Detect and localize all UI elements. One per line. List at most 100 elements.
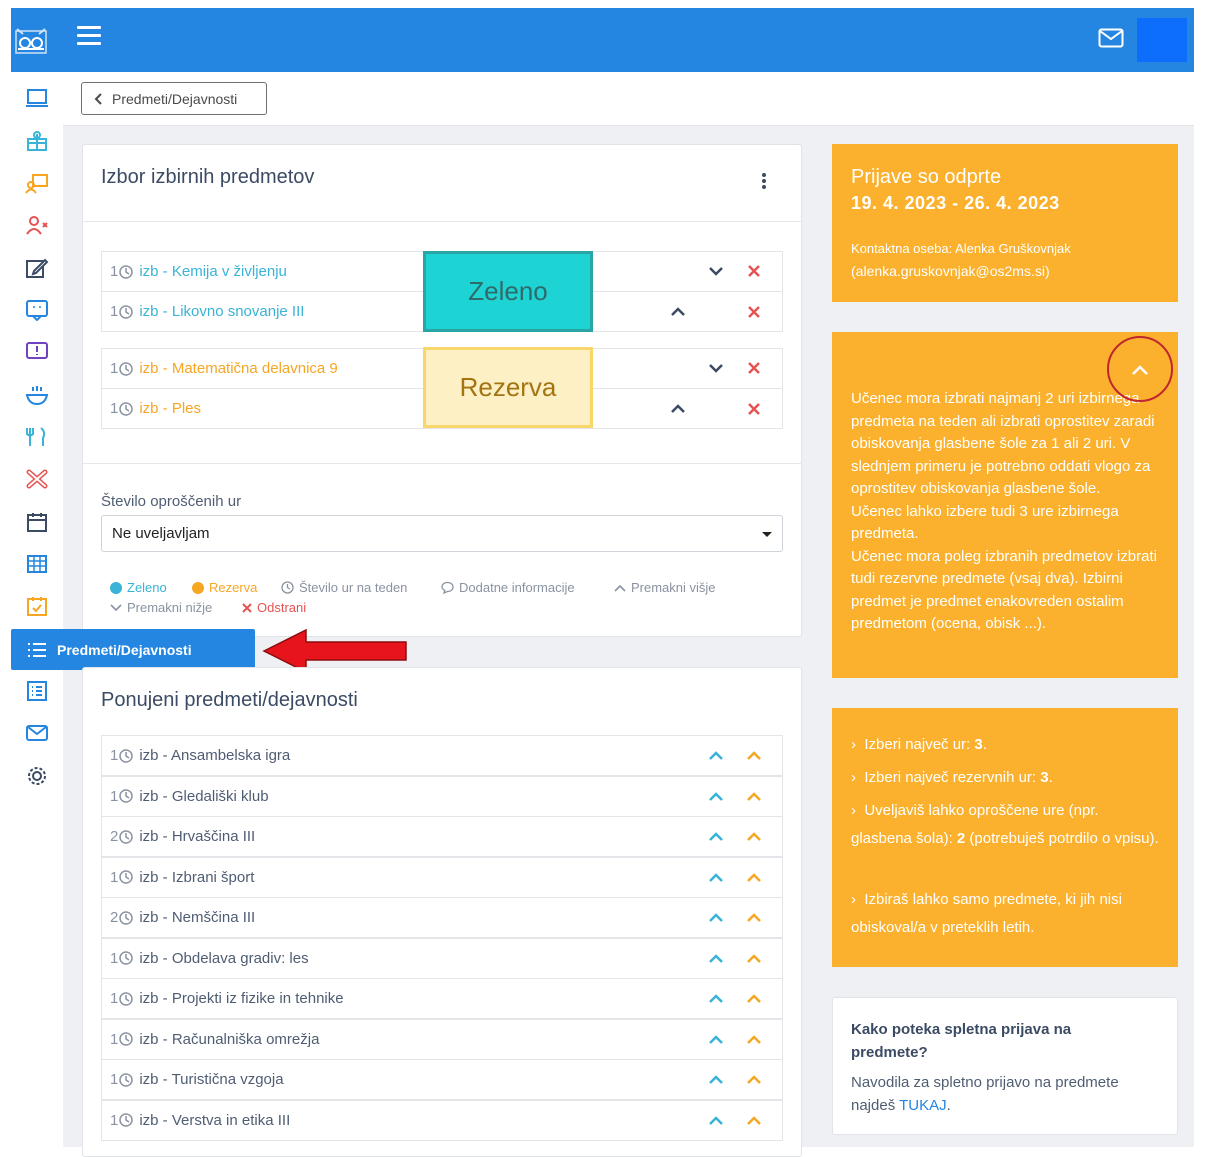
add-reserve-button[interactable] <box>745 788 763 806</box>
more-vertical-icon[interactable] <box>761 172 767 195</box>
food-bowl-icon[interactable] <box>25 383 49 407</box>
clock-icon <box>119 304 134 319</box>
caret-down-icon <box>762 532 772 537</box>
move-up-button[interactable] <box>669 303 687 321</box>
contact-email[interactable]: (alenka.gruskovnjak@os2ms.si) <box>851 263 1050 279</box>
clock-icon <box>119 1113 134 1127</box>
legend-green: Zeleno <box>110 580 167 595</box>
owl-icon[interactable] <box>11 8 51 72</box>
limit-max-hours: › Izberi največ ur: 3. <box>851 736 987 753</box>
chevron-up-icon <box>614 584 626 592</box>
limit-max-reserve: › Izberi največ rezervnih ur: 3. <box>851 769 1053 786</box>
clock-icon <box>281 581 294 594</box>
teacher-icon[interactable] <box>25 171 49 195</box>
chat-icon[interactable] <box>25 298 49 322</box>
list-icon <box>28 642 46 657</box>
dates-range: 19. 4. 2023 - 26. 4. 2023 <box>851 193 1060 213</box>
list-item: 1 izb - Gledališki klub <box>101 775 783 817</box>
add-green-button[interactable] <box>707 909 725 927</box>
legend-up: Premakni višje <box>614 580 716 595</box>
add-reserve-button[interactable] <box>745 1031 763 1049</box>
orange-dot-icon <box>192 581 204 594</box>
exempt-hours-label: Število oproščenih ur <box>101 493 242 510</box>
add-green-button[interactable] <box>707 1031 725 1049</box>
add-reserve-button[interactable] <box>745 869 763 887</box>
add-green-button[interactable] <box>707 788 725 806</box>
help-title: Kako poteka spletna prijava na predmete? <box>851 1021 1072 1061</box>
add-reserve-button[interactable] <box>745 747 763 765</box>
back-button-label: Predmeti/Dejavnosti <box>112 90 238 107</box>
chevron-right-icon: › <box>851 769 856 786</box>
dates-title: Prijave so odprte <box>851 166 1002 188</box>
chevron-down-icon <box>110 603 122 611</box>
clock-icon <box>119 829 134 844</box>
comment-icon <box>441 581 454 594</box>
clock-icon <box>119 910 134 925</box>
remove-button[interactable] <box>745 262 763 280</box>
add-green-button[interactable] <box>707 950 725 968</box>
clock-icon <box>119 789 134 803</box>
chevron-up-icon <box>1132 365 1148 375</box>
add-reserve-button[interactable] <box>745 1071 763 1089</box>
card-divider <box>82 463 802 464</box>
add-green-button[interactable] <box>707 1071 725 1089</box>
list-item: 1 izb - Projekti iz fizike in tehnike <box>101 978 783 1019</box>
add-reserve-button[interactable] <box>745 950 763 968</box>
chevron-left-icon <box>94 92 102 105</box>
add-green-button[interactable] <box>707 990 725 1008</box>
bandage-icon[interactable] <box>25 467 49 491</box>
list-item: 1 izb - Turistična vzgoja <box>101 1059 783 1100</box>
calendar-icon[interactable] <box>25 510 49 534</box>
back-button[interactable]: Predmeti/Dejavnosti <box>81 82 267 115</box>
table-icon[interactable] <box>25 552 49 576</box>
sidebar-item-predmeti[interactable]: Predmeti/Dejavnosti <box>11 629 255 670</box>
edit-icon[interactable] <box>25 256 49 280</box>
calendar-check-icon[interactable] <box>25 594 49 618</box>
add-reserve-button[interactable] <box>745 909 763 927</box>
legend-reserve: Rezerva <box>192 580 257 595</box>
offered-card-title: Ponujeni predmeti/dejavnosti <box>101 689 358 711</box>
remove-button[interactable] <box>745 359 763 377</box>
add-green-button[interactable] <box>707 1112 725 1130</box>
legend-down: Premakni nižje <box>110 600 212 615</box>
move-down-button[interactable] <box>707 359 725 377</box>
remove-button[interactable] <box>745 303 763 321</box>
exempt-hours-select[interactable]: Ne uveljavljam <box>101 515 783 552</box>
top-bar <box>11 8 1194 72</box>
sidebar <box>11 72 63 1147</box>
help-link[interactable]: TUKAJ <box>899 1097 947 1114</box>
clock-icon <box>119 870 134 884</box>
laptop-icon[interactable] <box>25 86 49 110</box>
list-item: 1 izb - Obdelava gradiv: les <box>101 937 783 979</box>
move-down-button[interactable] <box>707 262 725 280</box>
add-green-button[interactable] <box>707 828 725 846</box>
gear-icon[interactable] <box>25 764 49 788</box>
avatar[interactable] <box>1137 18 1187 62</box>
add-reserve-button[interactable] <box>745 990 763 1008</box>
alert-message-icon[interactable] <box>25 340 49 364</box>
move-up-button[interactable] <box>669 400 687 418</box>
clock-icon <box>119 1072 134 1087</box>
list-item: 1 izb - Izbrani šport <box>101 856 783 898</box>
contact-label: Kontaktna oseba: Alenka Gruškovnjak <box>851 241 1071 256</box>
remove-button[interactable] <box>745 400 763 418</box>
clock-icon <box>119 361 134 376</box>
add-green-button[interactable] <box>707 747 725 765</box>
add-reserve-button[interactable] <box>745 1112 763 1130</box>
mail-icon[interactable] <box>25 721 49 745</box>
list-item: 1 izb - Računalniška omrežja <box>101 1018 783 1060</box>
clock-icon <box>119 401 134 416</box>
user-remove-icon[interactable] <box>25 213 49 237</box>
selection-card-title: Izbor izbirnih predmetov <box>101 166 315 188</box>
chevron-right-icon: › <box>851 891 856 908</box>
hamburger-icon[interactable] <box>77 26 101 48</box>
checklist-icon[interactable] <box>25 679 49 703</box>
collapse-button[interactable] <box>1131 363 1149 381</box>
envelope-icon[interactable] <box>1098 28 1124 53</box>
add-reserve-button[interactable] <box>745 828 763 846</box>
dates-card: Prijave so odprte 19. 4. 2023 - 26. 4. 2… <box>832 144 1178 302</box>
gift-icon[interactable] <box>25 129 49 153</box>
limit-previous: › Izbiraš lahko samo predmete, ki jih ni… <box>851 891 1122 936</box>
add-green-button[interactable] <box>707 869 725 887</box>
cutlery-icon[interactable] <box>25 425 49 449</box>
